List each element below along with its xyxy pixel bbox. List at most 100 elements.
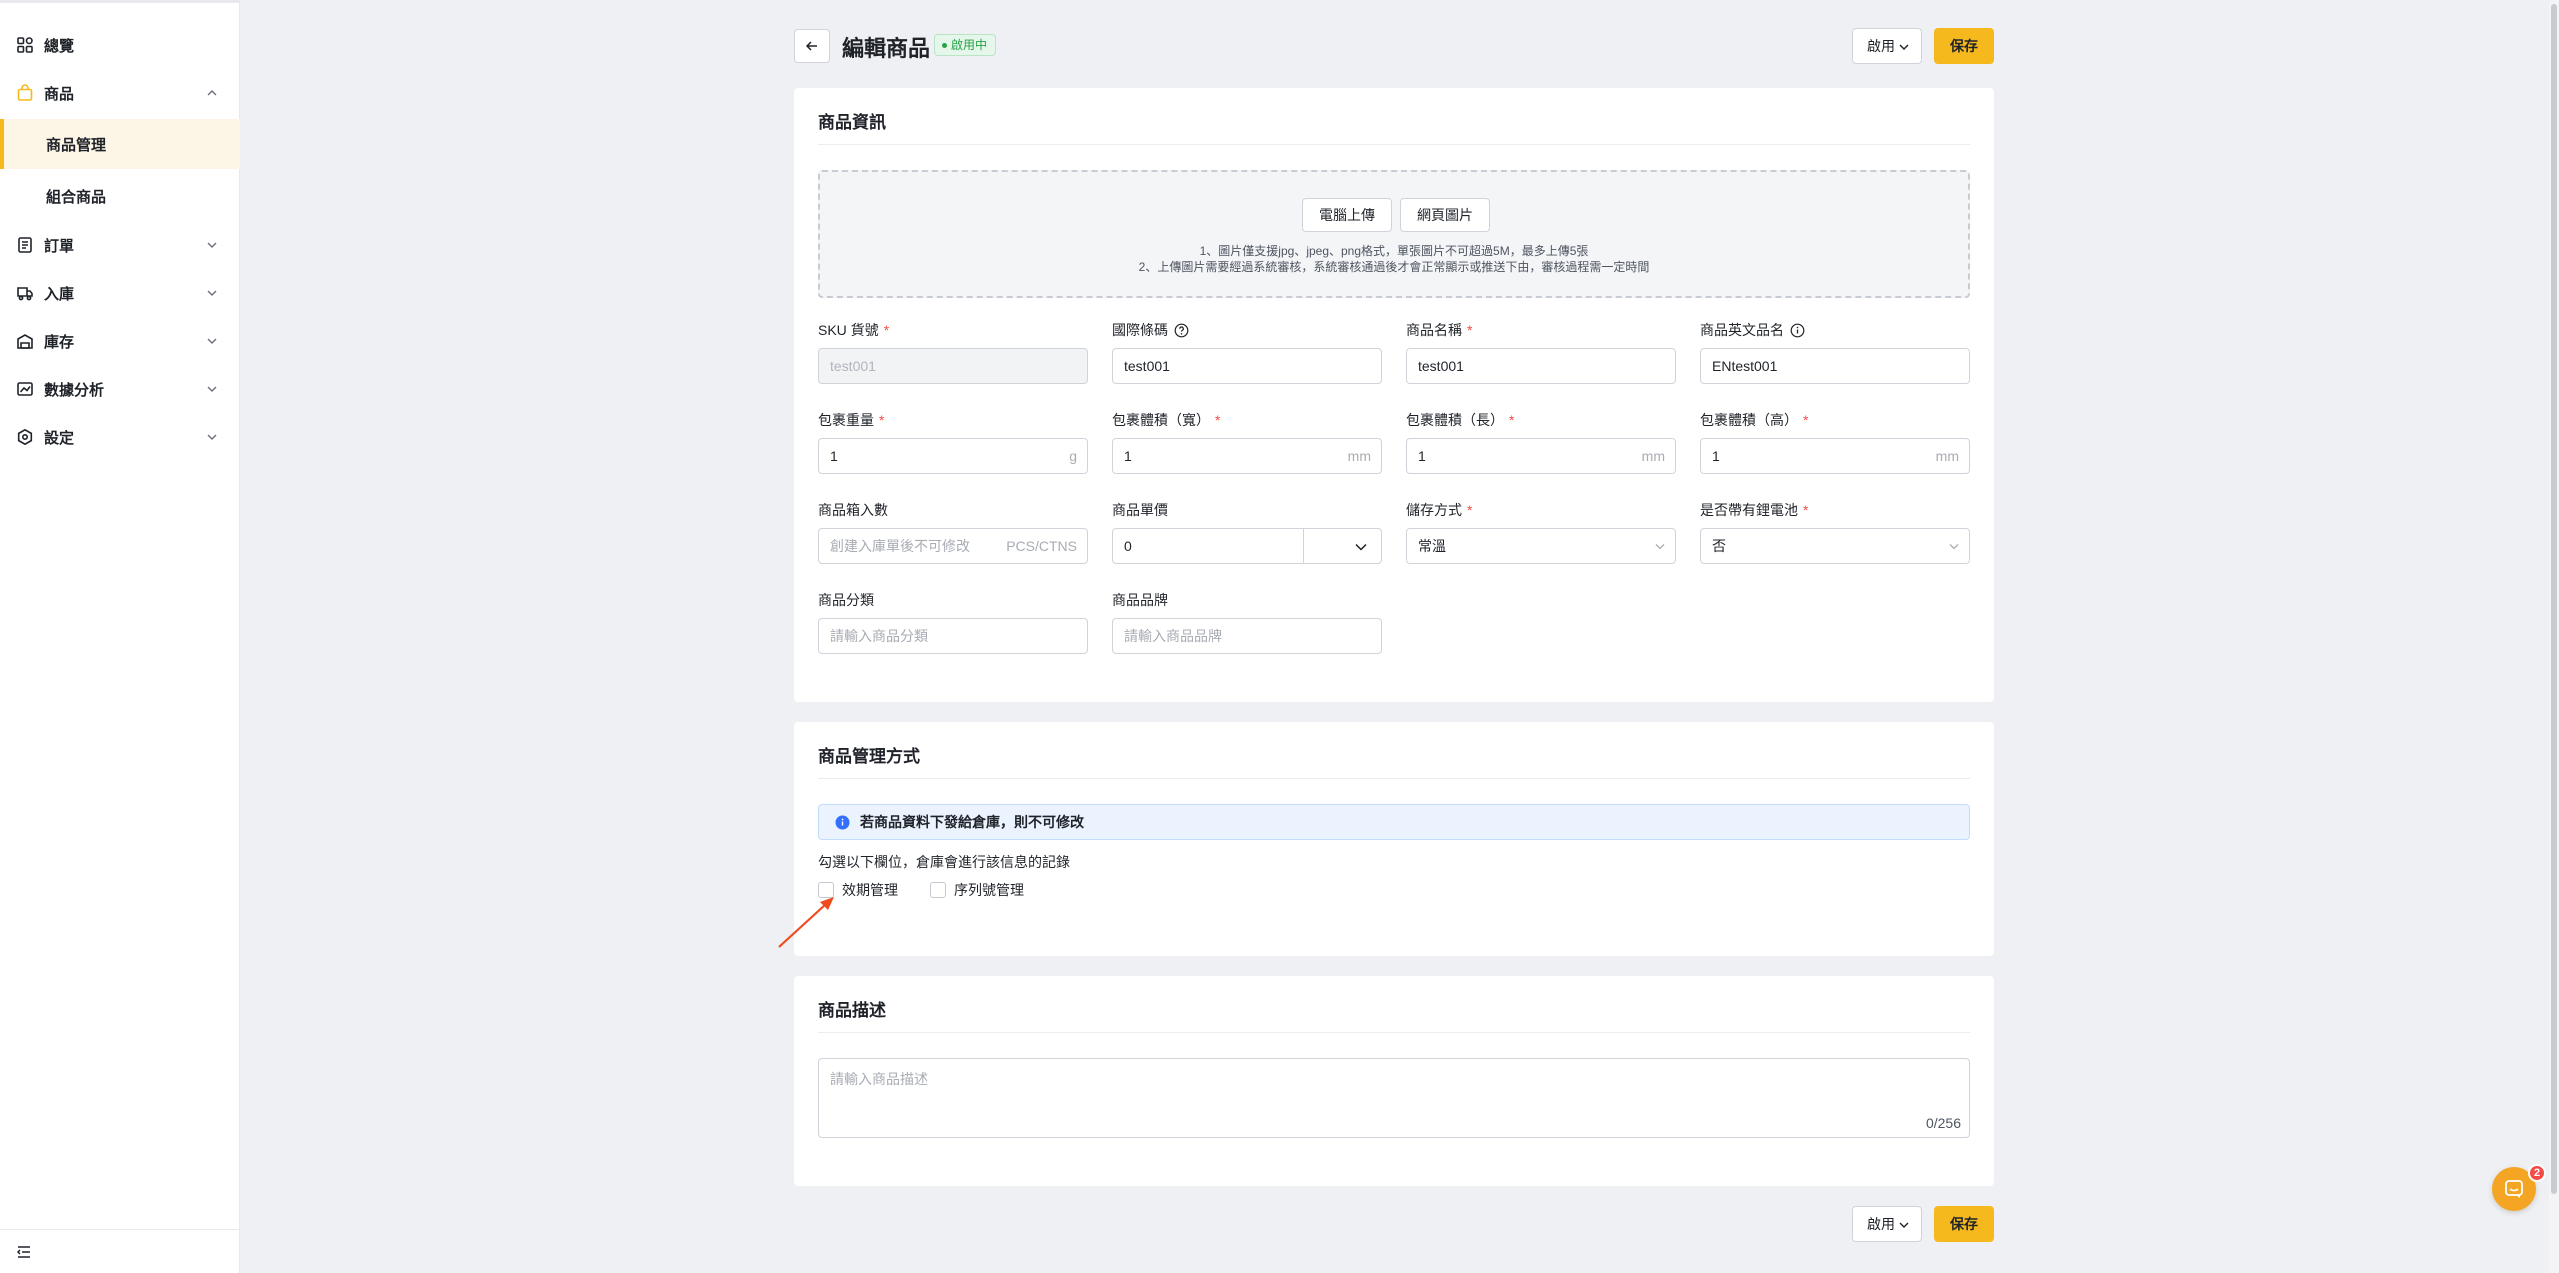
- help-circle-icon[interactable]: [1174, 323, 1189, 338]
- unit-label: mm: [1641, 448, 1665, 464]
- image-upload-area[interactable]: 電腦上傳 網頁圖片 1、圖片僅支援jpg、jpeg、png格式，單張圖片不可超過…: [818, 170, 1970, 298]
- checkbox-box[interactable]: [930, 882, 946, 898]
- box-qty-label: 商品箱入數: [818, 502, 888, 518]
- category-label: 商品分類: [818, 592, 874, 608]
- sidebar-sub-label: 商品管理: [46, 136, 107, 154]
- scrollbar-thumb[interactable]: [2551, 4, 2557, 1194]
- sidebar-item-overview[interactable]: 總覽: [0, 25, 240, 65]
- chat-icon: [2505, 1180, 2523, 1198]
- chevron-down-icon[interactable]: [1355, 543, 1367, 551]
- input-divider: [1303, 529, 1304, 563]
- status-badge: 啟用中: [934, 34, 997, 56]
- section-title: 商品管理方式: [818, 747, 920, 766]
- unit-label: PCS/CTNS: [1006, 538, 1077, 554]
- notification-badge: 2: [2528, 1164, 2546, 1182]
- status-select-top[interactable]: 啟用: [1852, 28, 1922, 64]
- product-english-name-input[interactable]: ENtest001: [1700, 348, 1970, 384]
- chevron-up-icon: [207, 90, 217, 96]
- upload-web-image-button[interactable]: 網頁圖片: [1400, 198, 1490, 232]
- brand-label: 商品品牌: [1112, 592, 1168, 608]
- warehouse-icon: [17, 334, 33, 349]
- sidebar-footer: [0, 1229, 240, 1273]
- divider: [818, 778, 1970, 779]
- annotation-arrow-icon: [778, 897, 834, 948]
- unit-label: mm: [1935, 448, 1959, 464]
- chevron-down-icon: [207, 338, 217, 344]
- length-input[interactable]: 1 mm: [1406, 438, 1676, 474]
- sidebar-item-inbound[interactable]: 入庫: [0, 273, 240, 313]
- status-select-label: 啟用: [1867, 38, 1895, 54]
- serial-management-checkbox[interactable]: 序列號管理: [930, 880, 1024, 900]
- sidebar-sub-label: 組合商品: [46, 188, 107, 206]
- product-name-label: 商品名稱 *: [1406, 322, 1473, 338]
- sidebar: 總覽 商品 商品管理 組合商品 訂單 入庫 庫存 數據分析 設定: [0, 0, 240, 1273]
- lithium-battery-label: 是否帶有鋰電池 *: [1700, 502, 1809, 518]
- collapse-menu-icon[interactable]: [16, 1244, 32, 1260]
- order-icon: [18, 237, 32, 253]
- box-qty-input[interactable]: 創建入庫單後不可修改 PCS/CTNS: [818, 528, 1088, 564]
- save-button-top[interactable]: 保存: [1934, 28, 1994, 64]
- sidebar-item-label: 入庫: [44, 285, 75, 303]
- upload-hint-2: 2、上傳圖片需要經過系統審核，系統審核通過後才會正常顯示或推送下由，審核過程需一…: [1138, 260, 1650, 274]
- chevron-down-icon: [207, 386, 217, 392]
- storage-select[interactable]: 常溫: [1406, 528, 1676, 564]
- management-card: 商品管理方式 若商品資料下發給倉庫，則不可修改 勾選以下欄位，倉庫會進行該信息的…: [794, 722, 1994, 956]
- unit-price-input[interactable]: 0: [1112, 528, 1382, 564]
- width-input[interactable]: 1 mm: [1112, 438, 1382, 474]
- height-input[interactable]: 1 mm: [1700, 438, 1970, 474]
- description-card: 商品描述 請輸入商品描述 0/256: [794, 976, 1994, 1186]
- sidebar-item-product-management[interactable]: 商品管理: [0, 119, 240, 169]
- hexagon-icon: [17, 428, 33, 446]
- info-circle-icon[interactable]: [1790, 323, 1805, 338]
- product-info-card: 商品資訊 電腦上傳 網頁圖片 1、圖片僅支援jpg、jpeg、png格式，單張圖…: [794, 88, 1994, 702]
- upload-computer-button[interactable]: 電腦上傳: [1302, 198, 1392, 232]
- save-button-bottom[interactable]: 保存: [1934, 1206, 1994, 1242]
- page-title: 編輯商品: [842, 36, 931, 61]
- chevron-down-icon: [1949, 544, 1959, 550]
- divider: [818, 144, 1970, 145]
- width-label: 包裹體積（寬） *: [1112, 412, 1221, 428]
- bag-icon: [17, 84, 33, 101]
- product-name-input[interactable]: test001: [1406, 348, 1676, 384]
- sidebar-item-inventory[interactable]: 庫存: [0, 321, 240, 361]
- weight-input[interactable]: 1g: [818, 438, 1088, 474]
- sidebar-item-orders[interactable]: 訂單: [0, 225, 240, 265]
- barcode-label: 國際條碼: [1112, 320, 1189, 340]
- sku-input: test001: [818, 348, 1088, 384]
- unit-label: mm: [1347, 448, 1371, 464]
- back-button[interactable]: [794, 29, 830, 63]
- divider: [818, 1032, 1970, 1033]
- arrow-left-icon: [805, 41, 817, 51]
- length-label: 包裹體積（長） *: [1406, 412, 1515, 428]
- section-title: 商品描述: [818, 1001, 886, 1020]
- status-select-bottom[interactable]: 啟用: [1852, 1206, 1922, 1242]
- chevron-down-icon: [207, 242, 217, 248]
- unit-price-label: 商品單價: [1112, 502, 1168, 518]
- description-placeholder: 請輸入商品描述: [830, 1071, 928, 1087]
- sidebar-item-label: 數據分析: [44, 381, 105, 399]
- chevron-down-icon: [207, 434, 217, 440]
- info-alert: 若商品資料下發給倉庫，則不可修改: [818, 804, 1970, 840]
- character-count: 0/256: [1925, 1115, 1961, 1131]
- sidebar-item-label: 庫存: [44, 333, 75, 351]
- unit-label: g: [1069, 448, 1077, 464]
- info-filled-icon: [835, 815, 850, 829]
- sidebar-item-settings[interactable]: 設定: [0, 417, 240, 457]
- upload-hint-1: 1、圖片僅支援jpg、jpeg、png格式，單張圖片不可超過5M，最多上傳5張: [1199, 244, 1589, 258]
- sidebar-item-bundle-products[interactable]: 組合商品: [0, 171, 240, 221]
- status-select-label: 啟用: [1867, 1216, 1895, 1232]
- description-textarea[interactable]: 請輸入商品描述 0/256: [818, 1058, 1970, 1138]
- lithium-battery-select[interactable]: 否: [1700, 528, 1970, 564]
- brand-input[interactable]: 請輸入商品品牌: [1112, 618, 1382, 654]
- dashboard-icon: [17, 37, 33, 53]
- category-input[interactable]: 請輸入商品分類: [818, 618, 1088, 654]
- storage-label: 儲存方式 *: [1406, 502, 1473, 518]
- barcode-input[interactable]: test001: [1112, 348, 1382, 384]
- sidebar-item-analytics[interactable]: 數據分析: [0, 369, 240, 409]
- page-scrollbar[interactable]: [2549, 0, 2559, 1273]
- sidebar-item-label: 設定: [44, 429, 75, 447]
- weight-label: 包裹重量 *: [818, 412, 885, 428]
- truck-icon: [17, 287, 33, 301]
- chevron-down-icon: [1899, 44, 1909, 50]
- sidebar-item-products[interactable]: 商品: [0, 73, 240, 113]
